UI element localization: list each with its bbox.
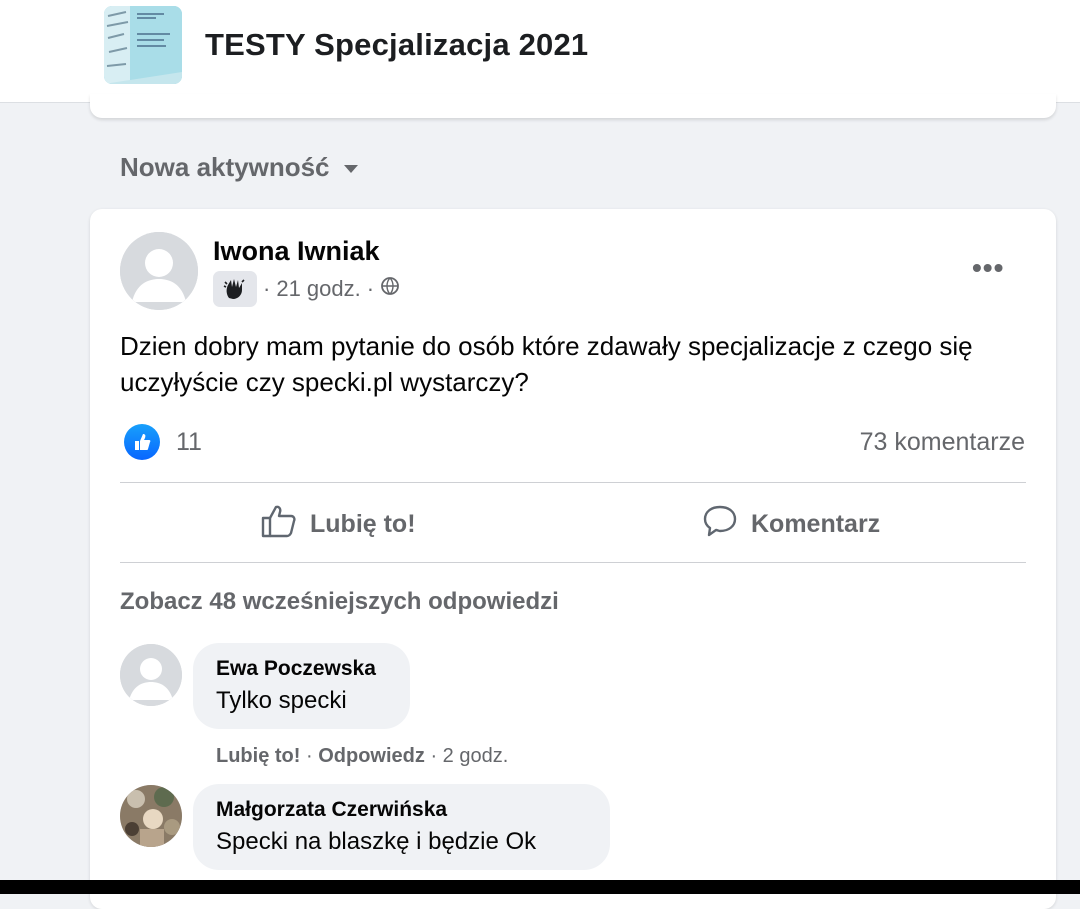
feed-sort-dropdown[interactable]: Nowa aktywność — [120, 152, 358, 183]
bottom-bar — [0, 880, 1080, 894]
more-options-icon[interactable]: ••• — [972, 252, 1004, 284]
separator: · — [430, 745, 443, 767]
caret-down-icon — [343, 164, 358, 173]
reactions-count: 11 — [176, 427, 202, 456]
group-title[interactable]: TESTY Specjalizacja 2021 — [205, 27, 588, 63]
comment-icon — [701, 503, 739, 546]
like-reaction-icon — [124, 424, 160, 460]
separator: · — [306, 745, 319, 767]
divider — [120, 562, 1026, 563]
post-meta: · 21 godz. · — [213, 270, 400, 308]
comment-author[interactable]: Ewa Poczewska — [216, 657, 388, 681]
post-text: Dzien dobry mam pytanie do osób które zd… — [120, 331, 973, 397]
comment-reply-link[interactable]: Odpowiedz — [318, 745, 425, 767]
group-cover-icon[interactable] — [104, 6, 182, 84]
post-time[interactable]: 21 godz. — [276, 276, 360, 302]
previous-card-edge — [90, 94, 1056, 118]
comment-button[interactable]: Komentarz — [701, 500, 880, 548]
meta-separator: · — [263, 276, 271, 301]
group-header: TESTY Specjalizacja 2021 — [0, 0, 1080, 103]
feed-sort-label: Nowa aktywność — [120, 152, 330, 182]
like-button-label: Lubię to! — [310, 509, 416, 538]
comment-text: Tylko specki — [216, 687, 347, 714]
comment-button-label: Komentarz — [751, 509, 881, 538]
reactions-summary[interactable]: 11 — [124, 424, 202, 460]
comment-actions: Lubię to! · Odpowiedz · 2 godz. — [216, 745, 508, 768]
like-thumb-icon — [260, 503, 298, 546]
comment-time[interactable]: 2 godz. — [443, 745, 509, 767]
comment-avatar[interactable] — [120, 785, 182, 847]
comment-like-link[interactable]: Lubię to! — [216, 745, 300, 767]
comments-count[interactable]: 73 komentarze — [860, 428, 1025, 457]
like-button[interactable]: Lubię to! — [260, 500, 416, 548]
meta-separator: · — [366, 276, 375, 301]
globe-icon — [380, 276, 400, 302]
comment-bubble: Ewa Poczewska Tylko specki — [193, 643, 410, 729]
hand-badge-icon[interactable] — [213, 271, 257, 307]
author-avatar[interactable] — [120, 232, 198, 310]
post-author-name[interactable]: Iwona Iwniak — [213, 236, 380, 267]
comment-author[interactable]: Małgorzata Czerwińska — [216, 798, 588, 822]
divider — [120, 482, 1026, 483]
comment-bubble: Małgorzata Czerwińska Specki na blaszkę … — [193, 784, 610, 870]
comment-avatar[interactable] — [120, 644, 182, 706]
previous-replies-link[interactable]: Zobacz 48 wcześniejszych odpowiedzi — [120, 588, 559, 616]
comment-text: Specki na blaszkę i będzie Ok — [216, 828, 537, 855]
